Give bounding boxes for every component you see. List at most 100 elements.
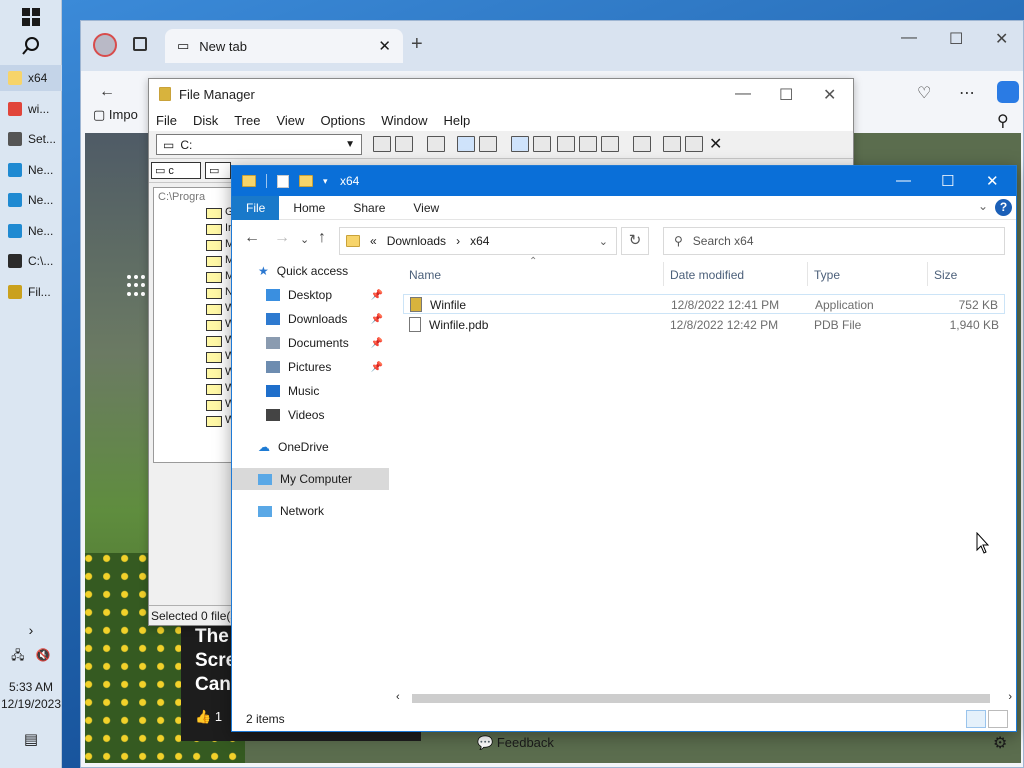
- minimize-button[interactable]: —: [735, 85, 751, 103]
- menu-item-help[interactable]: Help: [444, 113, 471, 128]
- nav-item[interactable]: Documents 📌: [232, 332, 389, 354]
- folder-icon[interactable]: [206, 352, 222, 363]
- taskbar-item[interactable]: C:\...: [0, 248, 62, 274]
- search-sidebar-icon[interactable]: ⚲: [997, 111, 1009, 131]
- folder-icon[interactable]: [206, 416, 222, 427]
- breadcrumb-downloads[interactable]: Downloads: [387, 234, 446, 248]
- nav-network[interactable]: Network: [232, 500, 389, 522]
- nav-quick-access[interactable]: ★ Quick access: [232, 260, 389, 282]
- details-icon[interactable]: [511, 136, 529, 152]
- volume-icon[interactable]: 🔇: [36, 648, 51, 662]
- up-button[interactable]: ↑: [318, 229, 326, 247]
- ribbon-tab-home[interactable]: Home: [279, 196, 339, 220]
- ribbon-tab-file[interactable]: File: [232, 195, 280, 220]
- horizontal-scrollbar[interactable]: ‹ ›: [392, 690, 1016, 707]
- folder-icon[interactable]: [206, 304, 222, 315]
- clock-time[interactable]: 5:33 AM: [0, 680, 62, 694]
- taskbar-item[interactable]: Ne...: [0, 187, 62, 213]
- large-icons-view-icon[interactable]: [988, 710, 1008, 728]
- nav-item[interactable]: Music: [232, 380, 389, 402]
- nav-item[interactable]: Pictures 📌: [232, 356, 389, 378]
- drive-network[interactable]: ▭: [205, 162, 231, 179]
- breadcrumb-separator-icon[interactable]: ›: [456, 234, 460, 248]
- expand-ribbon-icon[interactable]: ⌄: [978, 199, 988, 213]
- taskbar-item[interactable]: Set...: [0, 126, 62, 152]
- search-icon[interactable]: [21, 36, 41, 56]
- column-date-modified[interactable]: Date modified: [670, 268, 744, 282]
- breadcrumb-x64[interactable]: x64: [470, 234, 489, 248]
- drive-c[interactable]: ▭ c: [151, 162, 201, 179]
- connect-drive-icon[interactable]: [373, 136, 391, 152]
- customize-quick-access-icon[interactable]: ▾: [323, 176, 328, 187]
- directory-tree[interactable]: C:\Progra GInMMMNWWWWWWWW: [153, 187, 239, 463]
- taskbar-item[interactable]: Ne...: [0, 157, 62, 183]
- copy-clipboard-icon[interactable]: [663, 136, 681, 152]
- folder-icon[interactable]: [206, 320, 222, 331]
- scroll-right-icon[interactable]: ›: [1008, 691, 1012, 703]
- menu-item-disk[interactable]: Disk: [193, 113, 218, 128]
- nav-my-computer[interactable]: My Computer: [232, 468, 389, 490]
- folder-icon[interactable]: [206, 400, 222, 411]
- search-box[interactable]: ⚲ Search x64: [663, 227, 1005, 255]
- nav-item[interactable]: Videos: [232, 404, 389, 426]
- file-row[interactable]: Winfile.pdb 12/8/2022 12:42 PM PDB File 1,9…: [403, 315, 1005, 335]
- tab-actions-icon[interactable]: [133, 37, 147, 51]
- file-row[interactable]: Winfile 12/8/2022 12:41 PM Application 752 …: [403, 294, 1005, 314]
- folder-icon[interactable]: [206, 224, 222, 235]
- folder-icon[interactable]: [206, 272, 222, 283]
- taskbar-item[interactable]: Ne...: [0, 218, 62, 244]
- taskbar-item[interactable]: wi...: [0, 96, 62, 122]
- scrollbar-thumb[interactable]: [412, 694, 990, 703]
- large-icons-icon[interactable]: [457, 136, 475, 152]
- start-button[interactable]: [22, 8, 40, 26]
- close-button[interactable]: ✕: [823, 85, 836, 105]
- apps-icon[interactable]: [127, 275, 149, 297]
- chevron-right-icon[interactable]: ›: [0, 622, 62, 638]
- paste-icon[interactable]: [685, 136, 703, 152]
- copilot-icon[interactable]: [997, 81, 1019, 103]
- address-bar[interactable]: « Downloads › x64 ⌄: [339, 227, 617, 255]
- minimize-button[interactable]: —: [901, 29, 917, 47]
- nav-item[interactable]: Downloads 📌: [232, 308, 389, 330]
- menu-item-tree[interactable]: Tree: [234, 113, 260, 128]
- menu-item-view[interactable]: View: [276, 113, 304, 128]
- breadcrumb-prefix[interactable]: «: [370, 234, 377, 248]
- copy-icon[interactable]: [557, 136, 575, 152]
- folder-icon[interactable]: [206, 208, 222, 219]
- column-name[interactable]: Name: [409, 268, 441, 282]
- list-icon[interactable]: [479, 136, 497, 152]
- menu-item-options[interactable]: Options: [320, 113, 365, 128]
- refresh-button[interactable]: ↻: [621, 227, 649, 255]
- forward-button[interactable]: →: [274, 229, 290, 247]
- pin-icon[interactable]: 📌: [371, 338, 383, 349]
- column-type[interactable]: Type: [814, 268, 840, 282]
- help-icon[interactable]: ?: [995, 199, 1012, 216]
- chevron-down-icon[interactable]: ⌄: [599, 235, 608, 248]
- details-view-icon[interactable]: [966, 710, 986, 728]
- minimize-button[interactable]: —: [896, 172, 911, 189]
- feedback-button[interactable]: 💬 Feedback: [477, 735, 554, 751]
- notifications-icon[interactable]: ▤: [0, 730, 62, 748]
- close-button[interactable]: ✕: [986, 172, 999, 190]
- network-icon[interactable]: 🖧: [11, 648, 24, 662]
- taskbar-item[interactable]: Fil...: [0, 279, 62, 305]
- pin-icon[interactable]: 📌: [371, 290, 383, 301]
- delete-icon[interactable]: ✕: [709, 134, 722, 154]
- share-icon[interactable]: [427, 136, 445, 152]
- maximize-button[interactable]: ☐: [779, 85, 793, 105]
- folder-icon[interactable]: [206, 240, 222, 251]
- nav-item[interactable]: Desktop 📌: [232, 284, 389, 306]
- favorites-bar-item[interactable]: ▢ Impo: [93, 107, 138, 123]
- drive-select[interactable]: ▭ C: ▼: [156, 134, 362, 155]
- tray-icons[interactable]: 🖧 🔇: [0, 646, 62, 667]
- ribbon-tab-share[interactable]: Share: [339, 196, 399, 220]
- menu-item-window[interactable]: Window: [381, 113, 427, 128]
- pin-icon[interactable]: 📌: [371, 314, 383, 325]
- new-folder-icon[interactable]: [299, 175, 313, 187]
- properties-icon[interactable]: [601, 136, 619, 152]
- maximize-button[interactable]: ☐: [941, 172, 954, 190]
- move-icon[interactable]: [579, 136, 597, 152]
- close-tab-icon[interactable]: ✕: [378, 37, 391, 55]
- close-button[interactable]: ✕: [995, 29, 1008, 49]
- recent-locations-icon[interactable]: ⌄: [300, 233, 309, 246]
